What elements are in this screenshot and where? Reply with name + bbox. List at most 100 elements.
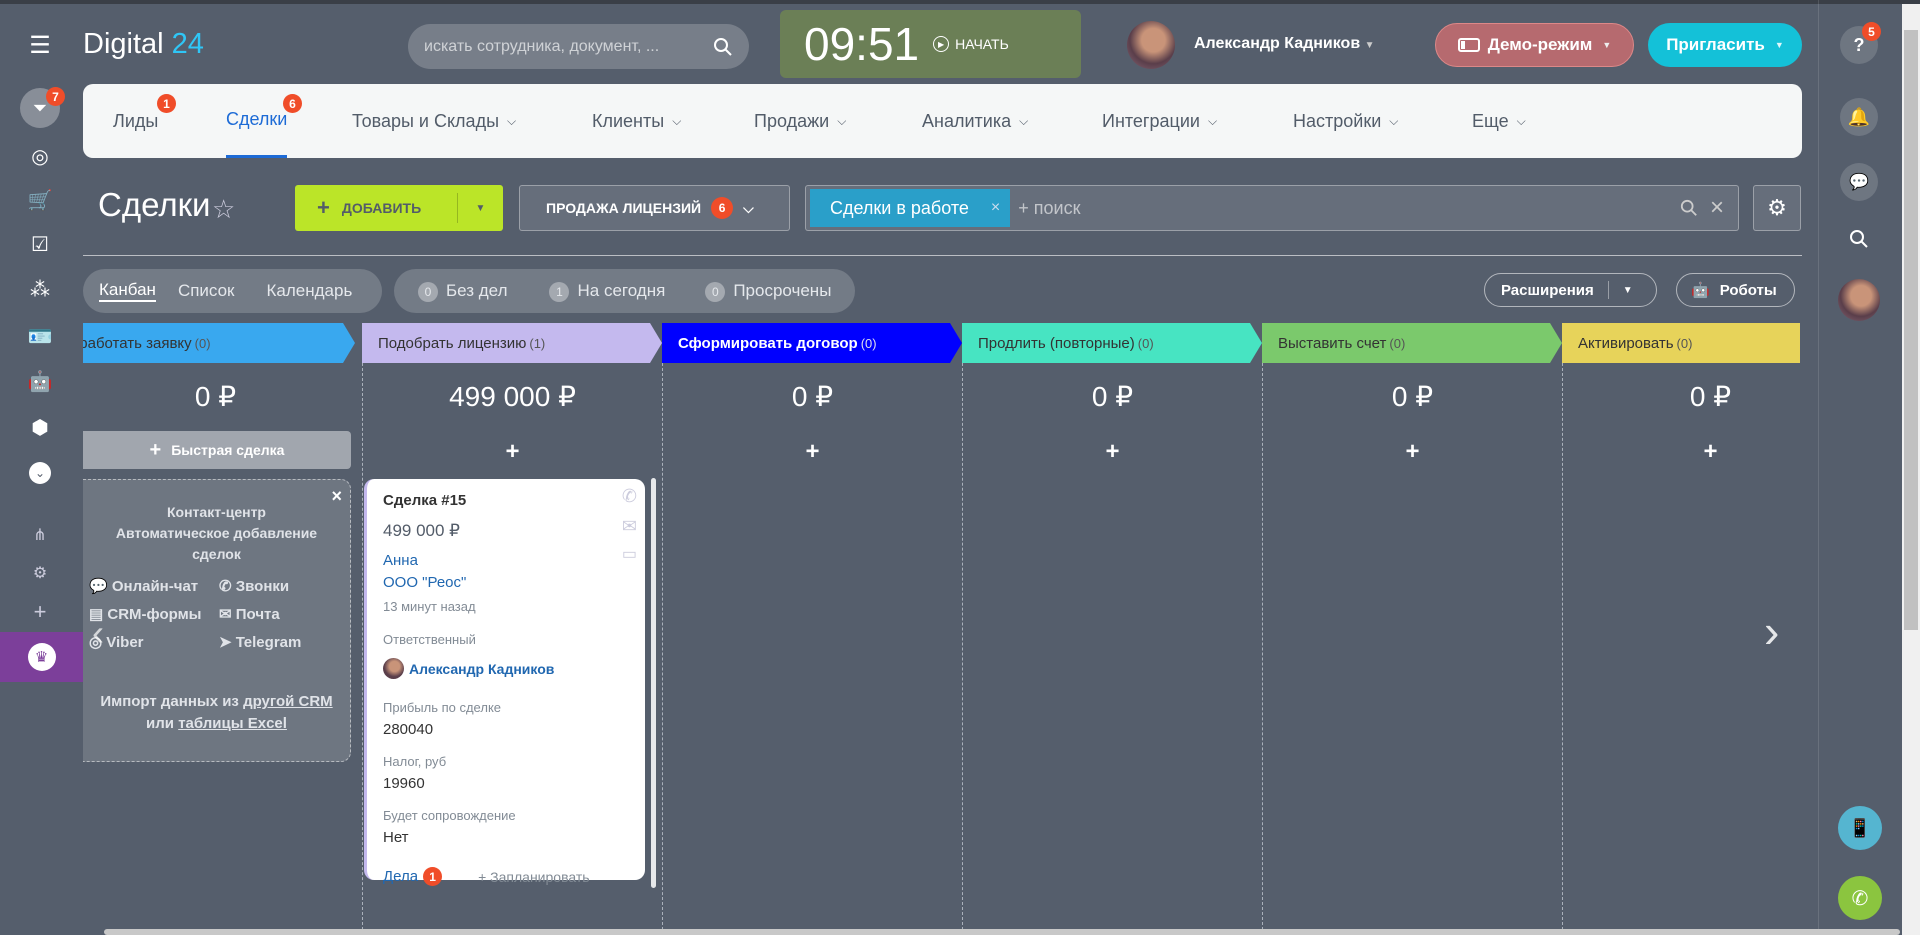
column-title: Обработать заявку <box>83 334 192 352</box>
column-title: Подобрать лицензию <box>378 334 527 352</box>
tasks-link[interactable]: Дела <box>383 869 418 884</box>
channel-label: Онлайн-чат <box>111 578 199 595</box>
add-deal-plus-icon[interactable]: + <box>364 438 661 466</box>
contact-channel-mail[interactable]: ✉ Почта <box>219 605 339 623</box>
import-excel-link[interactable]: таблицы Excel <box>178 715 287 732</box>
import-crm-link[interactable]: другой CRM <box>243 693 333 710</box>
gear-icon[interactable]: ⚙ <box>20 553 60 593</box>
deal-card[interactable]: Сделка #15 499 000 ₽ Анна ООО "Реос" 13 … <box>364 479 645 886</box>
contact-channel-telegram[interactable]: ➤ Telegram <box>219 633 339 651</box>
cart-icon[interactable]: 🛒 <box>20 180 60 220</box>
telegram-icon: ➤ <box>219 634 232 651</box>
mail-icon: ✉ <box>219 606 232 623</box>
close-icon[interactable]: × <box>331 486 342 507</box>
contact-channel-crm-forms[interactable]: ▤ CRM-формы <box>89 605 219 623</box>
vertical-scrollbar[interactable] <box>1902 4 1920 935</box>
quick-deal-button[interactable]: + Быстрая сделка <box>83 431 351 469</box>
scroll-left-arrow-icon[interactable]: ‹ <box>92 612 104 654</box>
plus-icon[interactable]: + <box>20 592 60 632</box>
quick-deal-label: Быстрая сделка <box>171 442 285 458</box>
column-count: (0) <box>1676 335 1693 351</box>
sites-icon[interactable]: ⁂ <box>20 269 60 309</box>
add-deal-plus-icon[interactable]: + <box>664 438 961 466</box>
plus-icon: + <box>149 438 162 461</box>
column-sum: 0 ₽ <box>1689 381 1732 412</box>
column-header[interactable]: Выставить счет (0) <box>1262 323 1562 363</box>
add-deal-plus-icon[interactable]: + <box>1264 438 1561 466</box>
channel-label: CRM-формы <box>107 606 202 623</box>
chat-icon[interactable]: 💬 <box>1840 163 1878 201</box>
box-icon[interactable]: ⬢ <box>20 407 60 447</box>
mail-icon[interactable]: ✉ <box>622 517 637 535</box>
column-separator <box>362 363 363 935</box>
more-chevron-icon[interactable]: ⌄ <box>20 453 60 493</box>
column-title: Активировать <box>1578 334 1674 352</box>
column-title: Сформировать договор <box>678 334 858 352</box>
structure-icon[interactable]: ⋔ <box>20 515 60 555</box>
deal-amount: 499 000 ₽ <box>383 521 460 540</box>
profit-label: Прибыль по сделке <box>383 700 502 715</box>
recent-user-avatar[interactable] <box>1838 279 1880 321</box>
comment-icon[interactable]: ▭ <box>622 547 637 563</box>
tasks-badge: 1 <box>423 867 443 886</box>
hamburger-menu-icon[interactable]: ☰ <box>26 32 54 59</box>
column-scrollbar[interactable] <box>651 478 656 888</box>
column-header[interactable]: Обработать заявку(0) <box>83 323 355 363</box>
import-or-text: или <box>146 715 175 732</box>
add-deal-plus-icon[interactable]: + <box>1562 438 1800 466</box>
tasks-icon[interactable]: ☑ <box>20 224 60 264</box>
schedule-link[interactable]: + Запланировать <box>478 870 589 884</box>
responsible-user[interactable]: Александр Кадников <box>383 658 645 679</box>
deal-created-time: 13 минут назад <box>383 599 476 614</box>
column-separator <box>1262 363 1263 935</box>
contact-center-title: Контакт-центр <box>167 504 266 520</box>
horizontal-scrollbar[interactable] <box>104 929 1900 935</box>
column-header[interactable]: Активировать (0) <box>1562 323 1800 363</box>
column-count: (0) <box>194 335 211 351</box>
column-count: (0) <box>1137 335 1154 351</box>
scroll-right-arrow-icon[interactable]: › <box>1764 604 1779 658</box>
right-panel-divider <box>1818 0 1819 935</box>
phone-icon[interactable]: ✆ <box>622 487 637 505</box>
column-sum: 499 000 ₽ <box>449 381 576 412</box>
contact-center-subtitle: Автоматическое добавление сделок <box>115 525 318 562</box>
robot-icon[interactable]: 🤖 <box>20 361 60 401</box>
responsible-avatar <box>383 658 404 679</box>
column-header[interactable]: Сформировать договор (0) <box>662 323 962 363</box>
contact-center-panel: × Контакт-центр Автоматическое добавлени… <box>83 479 351 762</box>
deal-title[interactable]: Сделка #15 <box>383 493 645 508</box>
mobile-app-icon[interactable]: 📱 <box>1838 806 1882 850</box>
phone-icon[interactable]: ✆ <box>1838 876 1882 920</box>
help-badge: 5 <box>1862 22 1881 41</box>
kanban-board: Обработать заявку(0) Подобрать лицензию(… <box>83 0 1800 935</box>
contacts-card-icon[interactable]: 🪪 <box>20 316 60 356</box>
column-sum: 0 ₽ <box>194 381 237 412</box>
contact-channel-viber[interactable]: ◎ Viber <box>89 633 219 651</box>
support-value: Нет <box>383 829 409 846</box>
search-icon[interactable] <box>1840 220 1878 258</box>
sidebar-badge: 7 <box>46 87 65 106</box>
column-sum-wrap: 0 ₽ <box>1562 380 1800 413</box>
contact-channel-calls[interactable]: ✆ Звонки <box>219 577 339 595</box>
column-separator <box>962 363 963 935</box>
contact-channel-online-chat[interactable]: 💬 Онлайн-чат <box>89 577 219 595</box>
channel-label: Почта <box>235 606 280 623</box>
phone-icon: ✆ <box>219 578 232 595</box>
column-separator <box>662 363 663 935</box>
crown-icon[interactable]: ♛ <box>0 632 83 682</box>
column-count: (0) <box>1389 335 1406 351</box>
column-title: Выставить счет <box>1278 334 1387 352</box>
column-title: Продлить (повторные) <box>978 334 1135 352</box>
deal-contact-link[interactable]: Анна <box>383 553 645 568</box>
column-count: (1) <box>529 335 546 351</box>
channel-label: Viber <box>106 634 144 651</box>
bell-icon[interactable]: 🔔 <box>1840 98 1878 136</box>
support-label: Будет сопровождение <box>383 808 516 823</box>
column-header[interactable]: Подобрать лицензию (1) <box>362 323 662 363</box>
scrollbar-thumb[interactable] <box>1904 30 1918 630</box>
deal-company-link[interactable]: ООО "Реос" <box>383 575 645 590</box>
target-icon[interactable]: ◎ <box>20 136 60 176</box>
add-deal-plus-icon[interactable]: + <box>964 438 1261 466</box>
responsible-name[interactable]: Александр Кадников <box>409 662 554 676</box>
column-header[interactable]: Продлить (повторные) (0) <box>962 323 1262 363</box>
